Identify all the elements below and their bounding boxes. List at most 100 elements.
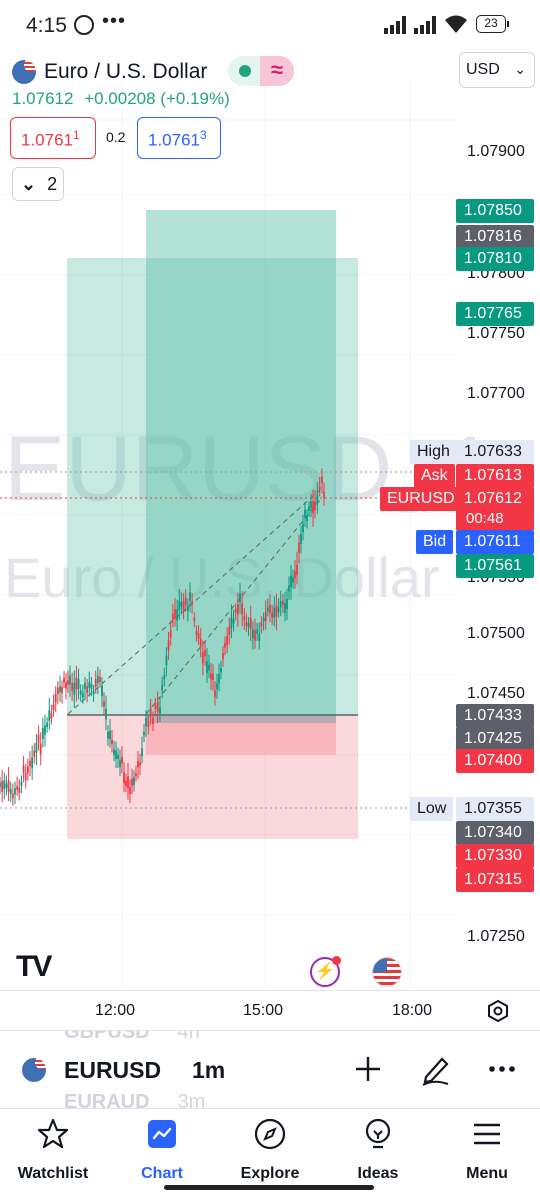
candle-body	[41, 727, 44, 739]
candle-body	[304, 509, 306, 518]
currency-select[interactable]: USD ⌄	[459, 52, 535, 88]
home-indicator[interactable]	[164, 1185, 374, 1190]
candle-body	[117, 754, 119, 759]
price-scale-label: 1.07250	[467, 928, 525, 945]
candle-body	[37, 734, 40, 743]
candle-body	[159, 707, 161, 714]
nav-explore[interactable]: Explore	[220, 1117, 320, 1187]
sell-button[interactable]: 1.07611	[10, 117, 96, 159]
buy-button[interactable]: 1.07613	[137, 117, 221, 159]
candle-body	[161, 685, 164, 691]
nav-ideas[interactable]: Ideas	[328, 1117, 428, 1187]
candle-body	[281, 600, 284, 605]
us-economic-events-icon[interactable]	[372, 957, 402, 987]
candle-body	[314, 501, 316, 511]
candle-body	[129, 786, 131, 795]
candle-body	[67, 680, 69, 685]
candle-body	[180, 601, 183, 607]
candle-body	[135, 773, 137, 777]
candle-body	[210, 673, 212, 680]
candle-body	[290, 575, 292, 588]
high-label: High	[410, 440, 457, 464]
candle-body	[44, 725, 46, 735]
current-symbol[interactable]: EURUSD	[64, 1057, 161, 1084]
symbol-bar[interactable]: GBPUSD 4h EURUSD 1m EURAUD 3m	[0, 1030, 540, 1108]
lightning-alert-icon[interactable]: ⚡	[310, 956, 341, 987]
candle-body	[103, 701, 105, 707]
sell-pip: 1	[73, 128, 80, 142]
candle-body	[277, 607, 280, 612]
candle-body	[26, 766, 29, 774]
candle-body	[31, 757, 34, 769]
candle-body	[247, 623, 250, 628]
candle-body	[145, 718, 147, 727]
candle-body	[239, 593, 241, 603]
candle-body	[245, 622, 248, 626]
candle-body	[35, 742, 38, 753]
star-icon	[37, 1118, 69, 1149]
candle-body	[109, 730, 111, 740]
chevron-down-icon: ⌄	[21, 174, 37, 194]
candle-body	[294, 571, 296, 579]
eu-us-flag-icon	[12, 60, 36, 84]
candle-body	[119, 759, 121, 768]
candle-body	[9, 789, 12, 794]
symbol-header[interactable]: Euro / U.S. Dollar	[12, 57, 207, 87]
candle-body	[264, 612, 267, 622]
add-icon[interactable]	[350, 1051, 386, 1087]
chart-icon	[148, 1120, 176, 1148]
time-axis[interactable]: 12:00 15:00 18:00	[0, 990, 540, 1030]
candle-body	[107, 731, 109, 739]
bar-countdown: 00:48	[456, 508, 534, 530]
price-change: +0.00208 (+0.19%)	[84, 89, 230, 108]
market-status-pill[interactable]: ≈	[228, 56, 294, 86]
candle-body	[308, 506, 310, 511]
candle-body	[176, 609, 179, 621]
last-price: 1.07612	[12, 89, 74, 108]
time-label: 12:00	[95, 1002, 136, 1019]
indicators-toggle[interactable]: ⌄ 2	[12, 167, 64, 201]
candle-body	[228, 626, 231, 636]
candle-body	[197, 633, 200, 639]
candle-body	[0, 782, 1, 787]
more-options-icon[interactable]	[484, 1051, 520, 1087]
market-open-dot-icon	[239, 65, 251, 77]
candle-body	[236, 604, 239, 615]
candle-body	[86, 686, 89, 693]
candle-body	[279, 601, 282, 608]
bid-label: Bid	[416, 530, 454, 554]
candle-body	[195, 631, 198, 635]
buy-price: 1.0761	[148, 130, 200, 150]
candle-body	[318, 486, 321, 491]
candle-body	[254, 630, 256, 641]
candle-body	[269, 604, 271, 613]
nav-watchlist[interactable]: Watchlist	[3, 1117, 103, 1187]
nav-label: Menu	[466, 1165, 508, 1182]
candle-body	[1, 781, 4, 792]
candle-body	[167, 640, 170, 651]
tradingview-logo: TV	[16, 950, 52, 983]
candle-body	[206, 661, 208, 674]
nav-menu[interactable]: Menu	[437, 1117, 537, 1187]
candle-body	[111, 739, 113, 745]
candle-body	[191, 601, 194, 605]
candle-body	[75, 677, 78, 690]
tag-765: 1.07765	[456, 302, 534, 326]
current-interval[interactable]: 1m	[192, 1057, 225, 1084]
candle-body	[174, 609, 176, 619]
candle-body	[22, 765, 25, 773]
drawing-tool-icon[interactable]	[418, 1051, 454, 1087]
candle-body	[79, 690, 82, 695]
candle-body	[141, 748, 143, 757]
candle-body	[230, 617, 233, 628]
nav-chart[interactable]: Chart	[112, 1117, 212, 1187]
whatsapp-icon	[74, 15, 94, 35]
axis-settings-icon[interactable]	[486, 999, 510, 1023]
candle-body	[266, 607, 269, 612]
symbol-price-label: EURUSD	[380, 487, 462, 511]
indicators-count: 2	[47, 174, 58, 194]
candle-body	[232, 619, 235, 624]
time-label: 15:00	[243, 1002, 284, 1019]
tag-425: 1.07425	[456, 727, 534, 751]
tag-high: 1.07633	[456, 440, 534, 464]
